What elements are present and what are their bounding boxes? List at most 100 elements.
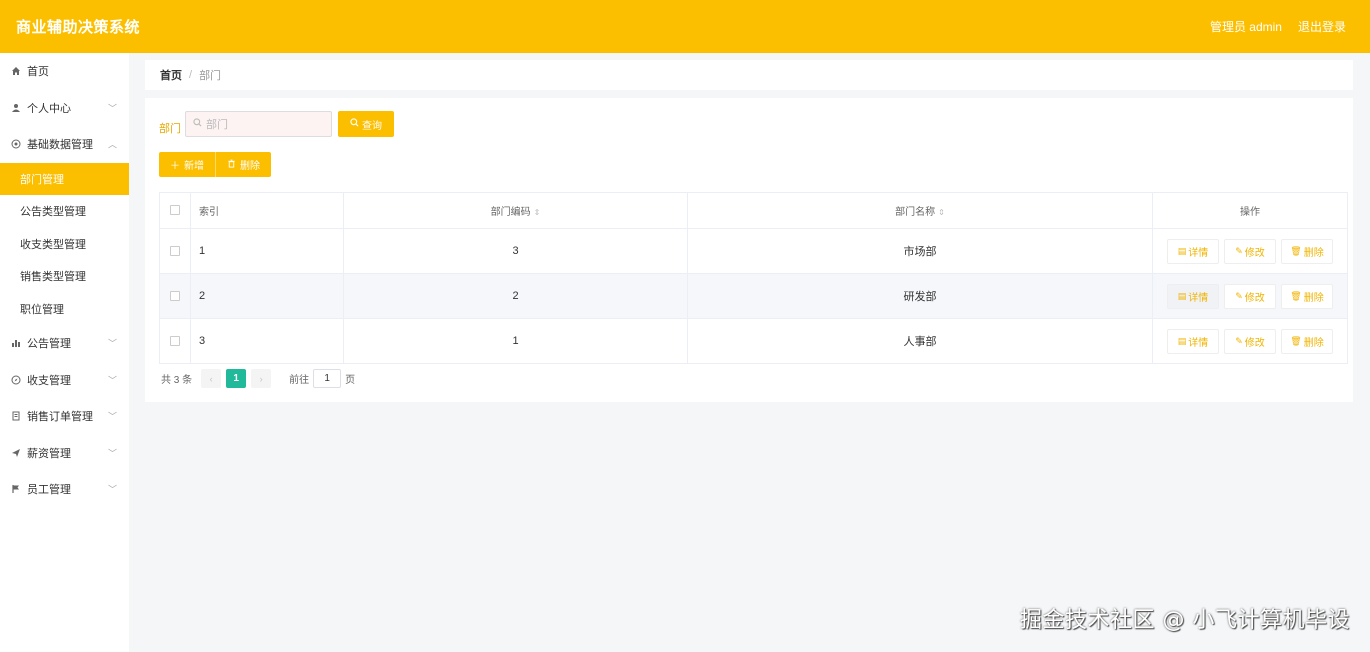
cell-index: 2 [190, 273, 344, 319]
prev-page-button[interactable]: ‹ [201, 369, 222, 388]
header-ops: 操作 [1152, 192, 1348, 229]
row-delete-button[interactable]: 🗑 删除 [1281, 283, 1333, 309]
detail-button[interactable]: ▤ 详情 [1167, 283, 1219, 309]
sidebar-item-finance[interactable]: 收支管理 ﹀ [0, 362, 129, 399]
sidebar-item-salary[interactable]: 薪资管理 ﹀ [0, 435, 129, 472]
next-page-button[interactable]: › [251, 369, 272, 388]
select-all-checkbox[interactable] [170, 205, 180, 216]
row-checkbox[interactable] [170, 291, 180, 302]
goto-page-input[interactable]: 1 [313, 369, 342, 388]
search-label: 部门 [159, 123, 181, 135]
row-delete-button[interactable]: 🗑 删除 [1281, 238, 1333, 264]
edit-button[interactable]: ✎ 修改 [1224, 238, 1276, 264]
chevron-down-icon: ﹀ [107, 448, 117, 459]
sidebar-subitem-position[interactable]: 职位管理 [0, 293, 129, 326]
delete-button-label: 删除 [240, 161, 260, 172]
breadcrumb-separator: / [189, 69, 193, 81]
header-name[interactable]: 部门名称 ⇕ [687, 192, 1153, 229]
trash-icon: 🗑 [1290, 290, 1302, 301]
edit-button-label: 修改 [1244, 337, 1265, 349]
circle-icon [10, 138, 22, 150]
search-input[interactable]: 部门 [185, 111, 332, 137]
flag-icon [10, 483, 22, 495]
sidebar-item-label: 员工管理 [27, 484, 71, 497]
bar-chart-icon [10, 337, 22, 349]
home-icon [10, 65, 22, 77]
chevron-down-icon: ﹀ [107, 338, 117, 349]
logout-link[interactable]: 退出登录 [1298, 18, 1346, 35]
pagination: 共 3 条 ‹ 1 › 前往 1 页 [161, 369, 355, 388]
edit-button[interactable]: ✎ 修改 [1224, 328, 1276, 354]
add-button[interactable]: ＋ 新增 [159, 152, 215, 177]
compass-icon [10, 374, 22, 386]
edit-icon: ✎ [1235, 290, 1243, 301]
sidebar-subitem-department[interactable]: 部门管理 [0, 162, 129, 195]
edit-button[interactable]: ✎ 修改 [1224, 283, 1276, 309]
row-delete-button[interactable]: 🗑 删除 [1281, 328, 1333, 354]
row-check-cell [159, 273, 191, 319]
cell-ops: ▤ 详情 ✎ 修改 🗑 删除 [1152, 318, 1348, 364]
plus-icon: ＋ [170, 161, 180, 172]
sidebar-subitem-label: 部门管理 [20, 173, 64, 186]
header-index-label: 索引 [199, 207, 219, 218]
cell-code: 1 [343, 318, 688, 364]
sidebar-subitem-sales-type[interactable]: 销售类型管理 [0, 260, 129, 293]
detail-button[interactable]: ▤ 详情 [1167, 328, 1219, 354]
row-checkbox[interactable] [170, 336, 180, 347]
document-icon: ▤ [1177, 290, 1187, 301]
sidebar-item-notice[interactable]: 公告管理 ﹀ [0, 325, 129, 362]
detail-button[interactable]: ▤ 详情 [1167, 238, 1219, 264]
edit-icon: ✎ [1235, 245, 1243, 256]
page-number-button[interactable]: 1 [226, 369, 247, 388]
sidebar-item-base-data[interactable]: 基础数据管理 ︿ [0, 126, 129, 163]
document-icon: ▤ [1177, 245, 1187, 256]
sidebar-subitem-label: 职位管理 [20, 303, 64, 316]
edit-button-label: 修改 [1244, 247, 1265, 259]
table-row: 3 1 人事部 ▤ 详情 ✎ 修改 🗑 删除 [159, 318, 1348, 364]
sidebar-item-employee[interactable]: 员工管理 ﹀ [0, 471, 129, 508]
app-title: 商业辅助决策系统 [16, 19, 141, 36]
row-check-cell [159, 318, 191, 364]
header-code[interactable]: 部门编码 ⇕ [343, 192, 688, 229]
sort-icon[interactable]: ⇕ [534, 208, 541, 217]
sidebar-subitem-label: 收支类型管理 [20, 238, 86, 251]
query-button-label: 查询 [362, 120, 382, 132]
sort-icon[interactable]: ⇕ [938, 208, 945, 217]
sidebar-item-home[interactable]: 首页 [0, 53, 129, 90]
top-header: 商业辅助决策系统 管理员 admin 退出登录 [0, 0, 1370, 53]
watermark: 掘金技术社区 @ 小飞计算机毕设 [1020, 608, 1350, 633]
user-icon [10, 102, 22, 114]
sidebar-item-label: 基础数据管理 [27, 139, 93, 152]
header-name-label: 部门名称 [895, 207, 936, 218]
sidebar-item-sales-order[interactable]: 销售订单管理 ﹀ [0, 398, 129, 435]
sidebar-item-profile[interactable]: 个人中心 ﹀ [0, 90, 129, 127]
cell-index: 3 [190, 318, 344, 364]
bulk-delete-button[interactable]: 删除 [215, 152, 271, 177]
cell-index: 1 [190, 228, 344, 274]
detail-button-label: 详情 [1188, 337, 1209, 349]
chevron-down-icon: ﹀ [107, 375, 117, 386]
breadcrumb-current: 部门 [199, 70, 222, 82]
query-button[interactable]: 查询 [338, 111, 394, 137]
goto-label: 前往 [289, 375, 310, 386]
admin-user-label[interactable]: 管理员 admin [1210, 18, 1282, 35]
document-icon [10, 410, 22, 422]
sidebar-subitem-finance-type[interactable]: 收支类型管理 [0, 228, 129, 261]
cell-ops: ▤ 详情 ✎ 修改 🗑 删除 [1152, 273, 1348, 319]
cell-ops: ▤ 详情 ✎ 修改 🗑 删除 [1152, 228, 1348, 274]
sidebar-item-label: 销售订单管理 [27, 411, 93, 424]
chevron-down-icon: ﹀ [107, 411, 117, 422]
header-index: 索引 [190, 192, 344, 229]
trash-icon: 🗑 [1290, 245, 1302, 256]
breadcrumb-home[interactable]: 首页 [160, 67, 182, 83]
search-placeholder: 部门 [206, 119, 228, 131]
row-checkbox[interactable] [170, 246, 180, 257]
sidebar-item-label: 首页 [27, 66, 49, 79]
detail-button-label: 详情 [1188, 292, 1209, 304]
sidebar-subitem-notice-type[interactable]: 公告类型管理 [0, 195, 129, 228]
sidebar-item-label: 收支管理 [27, 374, 71, 387]
edit-icon: ✎ [1235, 335, 1243, 346]
chevron-down-icon: ﹀ [107, 484, 117, 495]
chevron-left-icon: ‹ [209, 373, 213, 384]
search-icon [193, 118, 202, 130]
